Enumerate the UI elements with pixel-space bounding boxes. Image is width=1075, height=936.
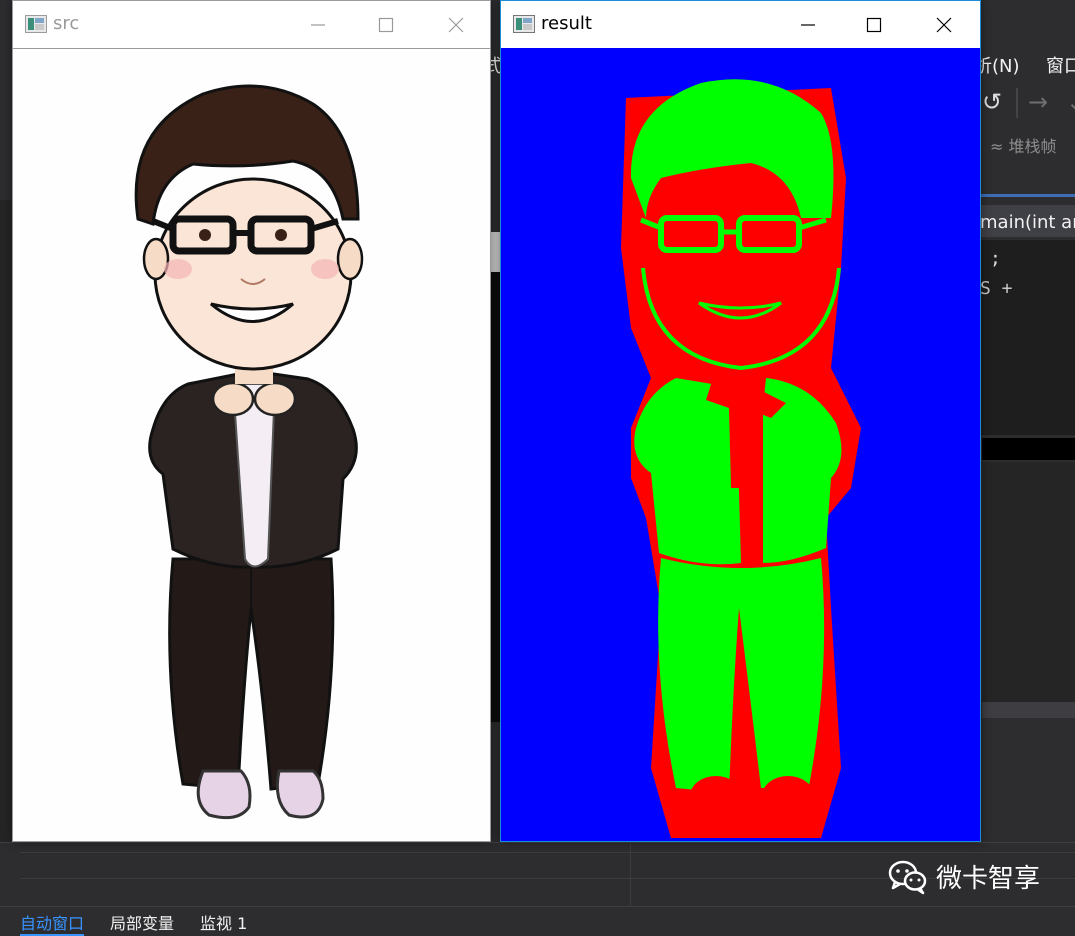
menu-item-window[interactable]: 窗口 xyxy=(1046,52,1075,78)
maximize-button[interactable] xyxy=(363,1,409,48)
wechat-icon xyxy=(888,860,927,894)
minimize-icon xyxy=(801,23,815,26)
maximize-icon xyxy=(866,17,882,32)
ide-accent-line xyxy=(980,194,1075,197)
output-header xyxy=(982,438,1075,460)
result-image xyxy=(501,48,980,841)
code-editor[interactable] xyxy=(980,240,1075,435)
segmentation-image xyxy=(621,79,861,838)
probable-region xyxy=(762,776,814,816)
window-app-icon xyxy=(513,15,535,33)
minimize-button[interactable] xyxy=(785,1,831,48)
src-image xyxy=(13,48,490,841)
close-button[interactable] xyxy=(433,1,479,48)
watermark: 微卡智享 xyxy=(888,858,1040,895)
panel-divider-vertical xyxy=(630,842,631,906)
close-button[interactable] xyxy=(921,1,967,48)
watermark-text: 微卡智享 xyxy=(936,864,1041,894)
function-signature[interactable]: main(int arg xyxy=(980,212,1075,233)
src-window[interactable]: src xyxy=(12,0,491,842)
close-icon xyxy=(936,17,952,32)
result-window[interactable]: result xyxy=(500,0,981,842)
stack-frame-icon: ≈ xyxy=(990,137,1009,156)
window-app-icon xyxy=(25,15,47,33)
src-title: src xyxy=(53,13,80,34)
tab-autos[interactable]: 自动窗口 xyxy=(20,910,85,936)
result-titlebar[interactable]: result xyxy=(501,1,980,48)
result-title: result xyxy=(541,13,592,34)
step-icon[interactable]: ⇣ xyxy=(1066,88,1075,116)
src-titlebar[interactable]: src xyxy=(13,1,490,48)
close-icon xyxy=(448,17,464,32)
toolbar-divider xyxy=(1016,88,1018,118)
cartoon-figure-image xyxy=(134,84,364,820)
minimize-button[interactable] xyxy=(295,1,341,48)
maximize-icon xyxy=(378,17,394,32)
stack-frame-label: ≈ 堆栈帧 xyxy=(990,137,1057,156)
undo-arrow-icon[interactable]: ↺ xyxy=(982,88,1002,116)
forward-arrow-icon[interactable]: → xyxy=(1028,88,1048,116)
output-panel xyxy=(982,462,1075,702)
tab-watch-1[interactable]: 监视 1 xyxy=(200,910,247,934)
code-line-1: ; xyxy=(990,248,1001,269)
panel-divider xyxy=(20,852,1075,853)
probable-region xyxy=(690,776,742,816)
code-line-2: S + xyxy=(980,278,1013,299)
horizontal-scrollbar[interactable] xyxy=(982,702,1075,718)
left-dock-strip xyxy=(0,200,12,927)
minimize-icon xyxy=(311,23,325,26)
tab-locals[interactable]: 局部变量 xyxy=(110,910,174,934)
maximize-button[interactable] xyxy=(851,1,897,48)
